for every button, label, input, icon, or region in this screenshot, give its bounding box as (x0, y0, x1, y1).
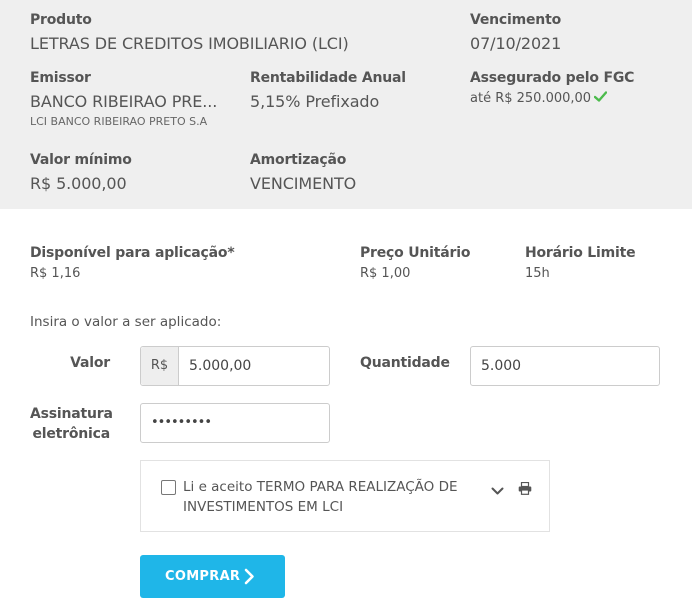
preco-unitario-label: Preço Unitário (360, 245, 471, 261)
terms-panel: Li e aceito TERMO PARA REALIZAÇÃO DE INV… (140, 460, 550, 532)
assinatura-input-value[interactable]: ••••••••• (151, 404, 212, 442)
disponivel-label: Disponível para aplicação* (30, 245, 235, 261)
horario-limite-value: 15h (525, 266, 550, 281)
quantidade-label: Quantidade (360, 355, 450, 371)
valor-minimo-label: Valor mínimo (30, 152, 132, 168)
chevron-down-icon[interactable] (491, 481, 504, 500)
valor-input-value[interactable]: 5.000,00 (189, 347, 251, 385)
disponivel-value: R$ 1,16 (30, 266, 81, 281)
vencimento-value: 07/10/2021 (470, 34, 562, 53)
emissor-label: Emissor (30, 70, 91, 86)
quantidade-input[interactable]: 5.000 (470, 346, 660, 386)
fgc-value: até R$ 250.000,00 (470, 91, 592, 106)
fgc-label: Assegurado pelo FGC (470, 70, 635, 86)
assinatura-input[interactable]: ••••••••• (140, 403, 330, 443)
printer-icon[interactable] (518, 480, 532, 499)
produto-label: Produto (30, 12, 92, 28)
emissor-value: BANCO RIBEIRAO PRE... (30, 92, 218, 111)
produto-value: LETRAS DE CREDITOS IMOBILIARIO (LCI) (30, 34, 349, 53)
amortizacao-value: VENCIMENTO (250, 174, 357, 193)
product-info-panel: Produto LETRAS DE CREDITOS IMOBILIARIO (… (0, 0, 692, 209)
form-instruction: Insira o valor a ser aplicado: (30, 314, 222, 330)
comprar-button-label: COMPRAR (165, 569, 241, 584)
rentabilidade-value: 5,15% Prefixado (250, 92, 380, 111)
amortizacao-label: Amortização (250, 152, 347, 168)
valor-input[interactable]: R$ 5.000,00 (140, 346, 330, 386)
fgc-value-row: até R$ 250.000,00 (470, 91, 608, 106)
horario-limite-label: Horário Limite (525, 245, 636, 261)
terms-checkbox[interactable] (161, 480, 176, 495)
terms-text[interactable]: Li e aceito TERMO PARA REALIZAÇÃO DE INV… (183, 477, 483, 517)
check-icon (593, 91, 608, 106)
assinatura-label-line1: Assinatura (30, 406, 113, 422)
valor-label: Valor (70, 355, 110, 371)
quantidade-input-value[interactable]: 5.000 (481, 347, 521, 385)
comprar-button[interactable]: COMPRAR (140, 555, 285, 598)
preco-unitario-value: R$ 1,00 (360, 266, 411, 281)
chevron-right-icon (244, 568, 254, 585)
assinatura-label-line2: eletrônica (32, 426, 110, 442)
rentabilidade-label: Rentabilidade Anual (250, 70, 406, 86)
emissor-subtitle: LCI BANCO RIBEIRAO PRETO S.A (30, 115, 208, 128)
currency-addon: R$ (141, 347, 179, 385)
assinatura-label: Assinatura eletrônica (30, 404, 113, 444)
vencimento-label: Vencimento (470, 12, 561, 28)
valor-minimo-value: R$ 5.000,00 (30, 174, 127, 193)
